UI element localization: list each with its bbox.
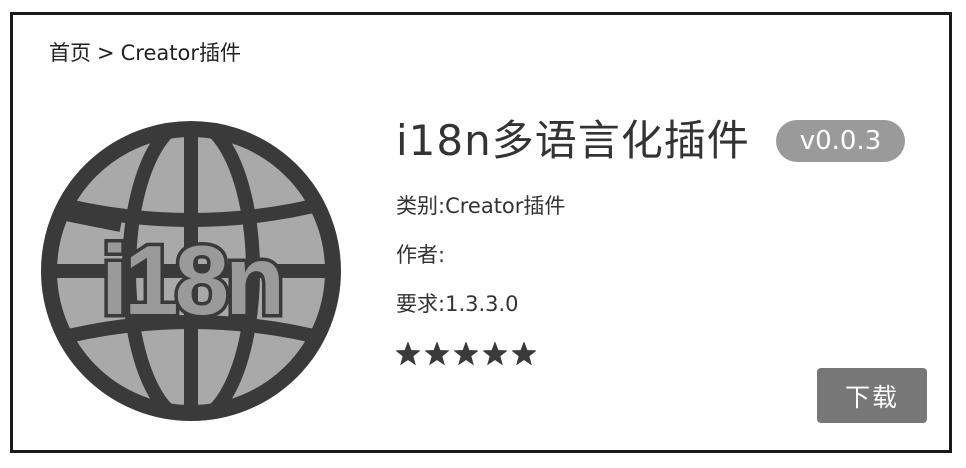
- download-button[interactable]: 下载: [817, 368, 927, 423]
- globe-icon: i18n: [41, 121, 341, 421]
- plugin-icon: i18n: [41, 121, 341, 421]
- star-icon: [396, 342, 420, 366]
- category-row: 类别:Creator插件: [396, 192, 936, 220]
- globe-icon-text: i18n: [101, 225, 281, 335]
- title-row: i18n多语言化插件 v0.0.3: [396, 111, 936, 171]
- breadcrumb-current[interactable]: Creator插件: [121, 41, 241, 65]
- author-row: 作者:: [396, 241, 936, 269]
- star-icon: [483, 342, 507, 366]
- breadcrumb-home-link[interactable]: 首页: [49, 41, 91, 65]
- requirement-value: 1.3.3.0: [445, 292, 519, 316]
- rating-stars: [396, 342, 936, 366]
- breadcrumb: 首页 > Creator插件: [49, 37, 241, 67]
- requirement-row: 要求:1.3.3.0: [396, 290, 936, 318]
- breadcrumb-separator: >: [97, 41, 115, 65]
- requirement-label: 要求:: [396, 292, 446, 316]
- plugin-card: 首页 > Creator插件 i18n i18n多语言化插件 v0.0.3 类别…: [10, 12, 952, 453]
- version-badge: v0.0.3: [775, 120, 906, 162]
- star-icon: [425, 342, 449, 366]
- plugin-info: i18n多语言化插件 v0.0.3 类别:Creator插件 作者: 要求:1.…: [396, 111, 936, 366]
- category-value: Creator插件: [445, 194, 566, 218]
- plugin-title: i18n多语言化插件: [396, 116, 750, 165]
- star-icon: [454, 342, 478, 366]
- author-label: 作者:: [396, 243, 446, 267]
- category-label: 类别:: [396, 194, 446, 218]
- star-icon: [512, 342, 536, 366]
